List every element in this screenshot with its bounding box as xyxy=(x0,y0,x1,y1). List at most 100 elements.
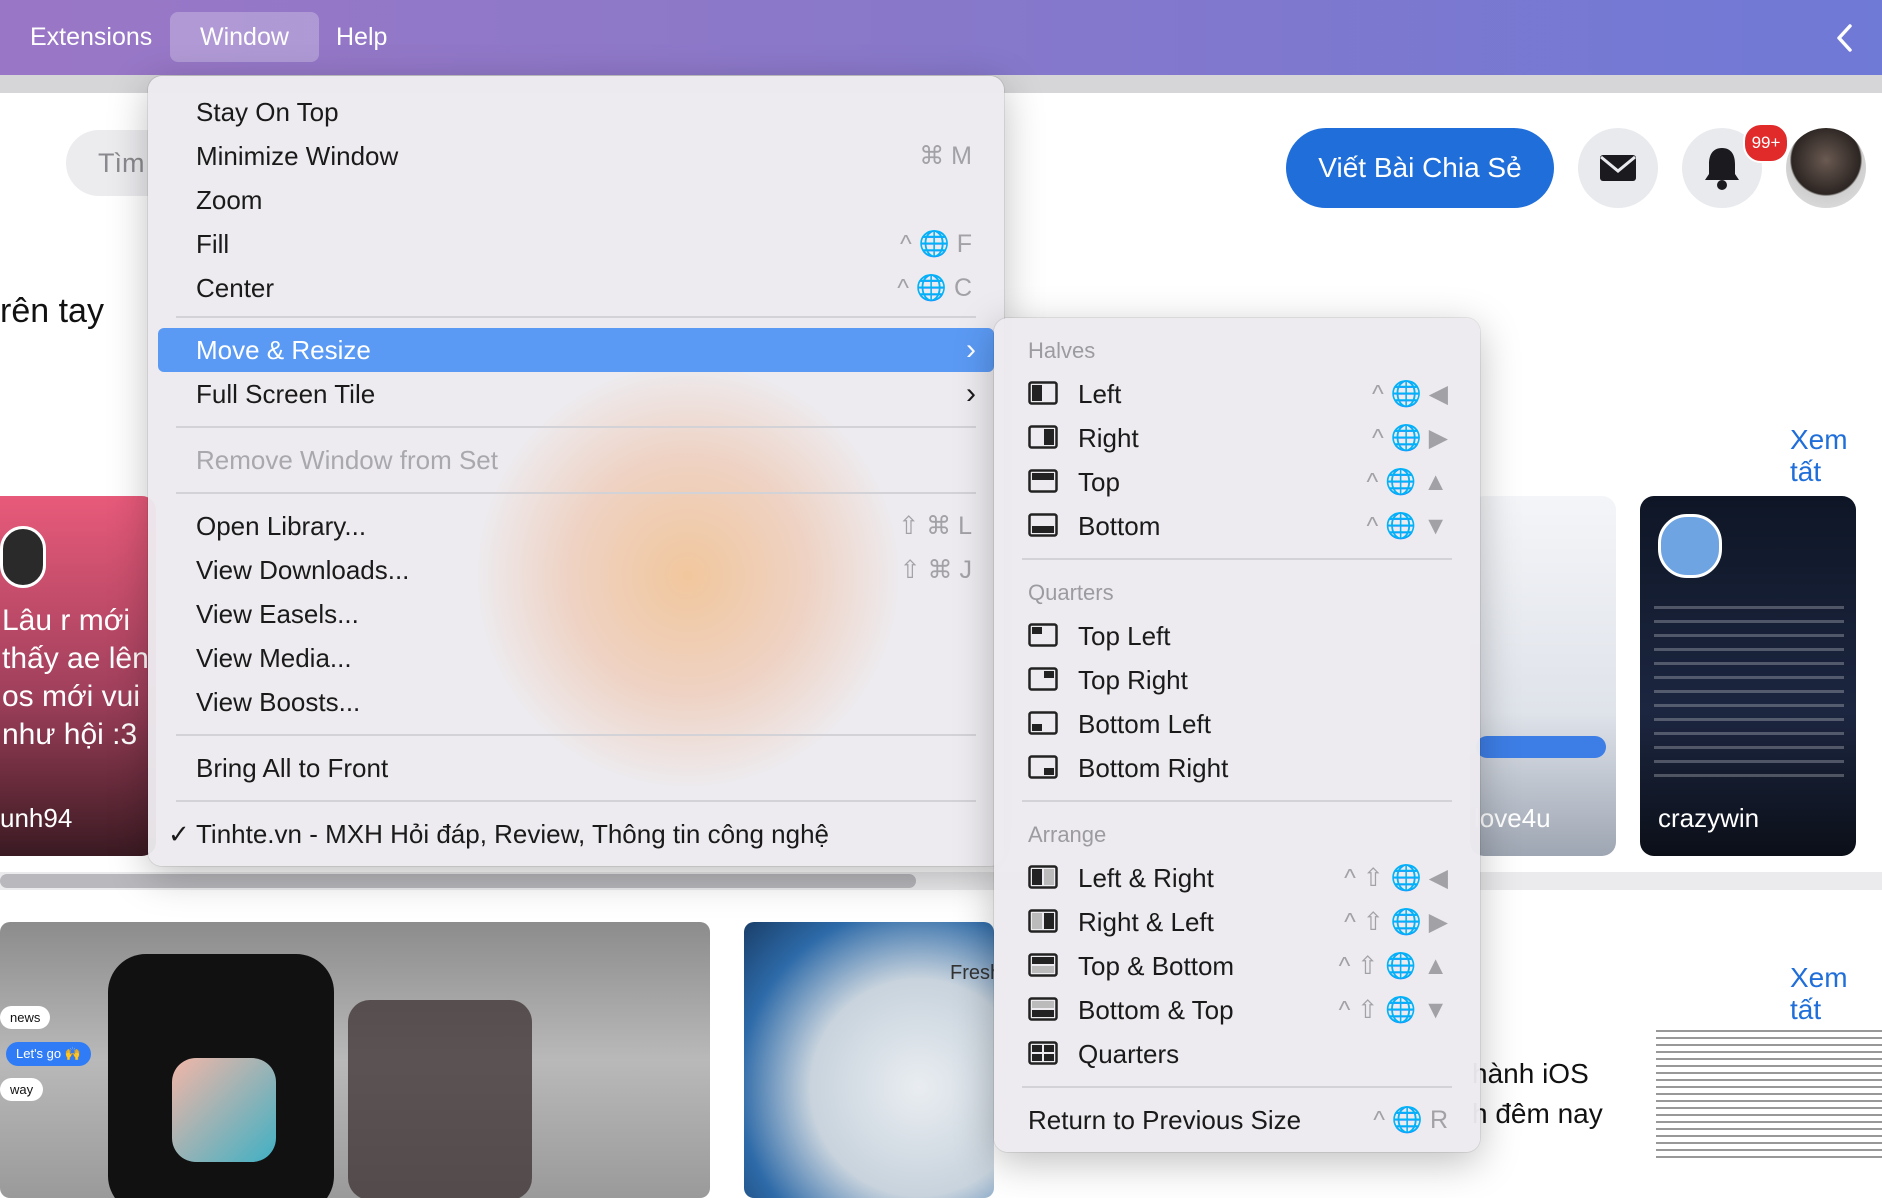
menu-item-bring-all-to-front[interactable]: Bring All to Front xyxy=(158,746,994,790)
see-all-link-2[interactable]: Xem tất xyxy=(1790,962,1882,1026)
submenu-item-left-right[interactable]: Left & Right ^ ⇧ 🌐 ◀ xyxy=(1004,856,1470,900)
chevron-left-icon[interactable] xyxy=(1830,18,1860,58)
story-author: love4u xyxy=(1474,803,1551,833)
menu-item-full-screen-tile[interactable]: Full Screen Tile › xyxy=(158,372,994,416)
tile-top-icon xyxy=(1028,469,1058,493)
tile-bottom-icon xyxy=(1028,513,1058,537)
move-resize-submenu: Halves Left ^ 🌐 ◀ Right ^ 🌐 ▶ Top ^ 🌐 ▲ … xyxy=(994,318,1480,1152)
horizontal-scrollbar[interactable] xyxy=(0,872,1882,890)
shortcut-label: ^ 🌐 R xyxy=(1373,1106,1448,1134)
submenu-item-right-left[interactable]: Right & Left ^ ⇧ 🌐 ▶ xyxy=(1004,900,1470,944)
submenu-item-quarters[interactable]: Quarters xyxy=(1004,1032,1470,1076)
feed-image-ios18[interactable]: news Let's go 🙌 way xyxy=(0,922,710,1198)
menu-item-fill[interactable]: Fill ^ 🌐 F xyxy=(158,222,994,266)
news-title-line1[interactable]: hành iOS xyxy=(1472,1058,1589,1090)
menu-separator xyxy=(1022,1086,1452,1088)
news-thumbnail[interactable] xyxy=(1656,1030,1882,1158)
ios18-icon xyxy=(172,1058,276,1162)
menu-item-open-library[interactable]: Open Library... ⇧ ⌘ L xyxy=(158,504,994,548)
submenu-item-bottom-left[interactable]: Bottom Left xyxy=(1004,702,1470,746)
story-card[interactable]: crazywin xyxy=(1640,496,1856,856)
submenu-item-top-bottom[interactable]: Top & Bottom ^ ⇧ 🌐 ▲ xyxy=(1004,944,1470,988)
shortcut-label: ^ ⇧ 🌐 ◀ xyxy=(1344,864,1448,892)
menu-item-view-downloads[interactable]: View Downloads... ⇧ ⌘ J xyxy=(158,548,994,592)
chevron-right-icon: › xyxy=(966,333,976,366)
story-card[interactable]: Lâu r mới thấy ae lên os mới vui như hội… xyxy=(0,496,156,856)
menu-item-zoom[interactable]: Zoom xyxy=(158,178,994,222)
section-heading: rên tay xyxy=(0,292,104,330)
story-card[interactable]: love4u xyxy=(1470,496,1616,856)
mail-button[interactable] xyxy=(1578,128,1658,208)
menu-help[interactable]: Help xyxy=(306,12,417,62)
tile-right-icon xyxy=(1028,425,1058,449)
menu-item-move-resize[interactable]: Move & Resize › xyxy=(158,328,994,372)
story-author: unh94 xyxy=(0,803,73,833)
menu-item-center[interactable]: Center ^ 🌐 C xyxy=(158,266,994,310)
menu-item-view-boosts[interactable]: View Boosts... xyxy=(158,680,994,724)
story-screenshot-text xyxy=(1654,606,1844,786)
arrange-left-right-icon xyxy=(1028,865,1058,889)
shortcut-label: ⇧ ⌘ L xyxy=(898,512,972,540)
shortcut-label: ^ 🌐 ▶ xyxy=(1372,424,1448,452)
submenu-item-return-to-previous-size[interactable]: Return to Previous Size ^ 🌐 R xyxy=(1004,1098,1470,1142)
story-avatar xyxy=(0,526,46,588)
menu-item-stay-on-top[interactable]: Stay On Top xyxy=(158,90,994,134)
search-placeholder: Tìm xyxy=(98,148,145,178)
submenu-item-top-right[interactable]: Top Right xyxy=(1004,658,1470,702)
menu-item-view-easels[interactable]: View Easels... xyxy=(158,592,994,636)
story-text: Lâu r mới thấy ae lên os mới vui như hội… xyxy=(2,604,149,751)
shortcut-label: ^ 🌐 ◀ xyxy=(1372,380,1448,408)
menu-separator xyxy=(176,800,976,802)
section-label-quarters: Quarters xyxy=(1028,580,1114,605)
submenu-item-top[interactable]: Top ^ 🌐 ▲ xyxy=(1004,460,1470,504)
arrange-right-left-icon xyxy=(1028,909,1058,933)
menu-item-minimize-window[interactable]: Minimize Window ⌘ M xyxy=(158,134,994,178)
shortcut-label: ^ ⇧ 🌐 ▼ xyxy=(1338,996,1448,1024)
tile-top-left-icon xyxy=(1028,623,1058,647)
chip-lets-go: Let's go 🙌 xyxy=(6,1042,91,1066)
phone-mockup xyxy=(108,954,334,1198)
tile-bottom-right-icon xyxy=(1028,755,1058,779)
submenu-item-bottom-top[interactable]: Bottom & Top ^ ⇧ 🌐 ▼ xyxy=(1004,988,1470,1032)
shortcut-label: ⌘ M xyxy=(919,142,972,170)
user-avatar[interactable] xyxy=(1786,128,1866,208)
shortcut-label: ^ ⇧ 🌐 ▶ xyxy=(1344,908,1448,936)
section-label-halves: Halves xyxy=(1028,338,1096,363)
chip-way: way xyxy=(0,1078,44,1101)
menu-item-remove-window-from-set: Remove Window from Set xyxy=(196,445,498,475)
shortcut-label: ^ 🌐 C xyxy=(897,274,972,302)
chevron-right-icon: › xyxy=(966,377,976,410)
shortcut-label: ^ 🌐 F xyxy=(899,230,972,258)
see-all-link[interactable]: Xem tất xyxy=(1790,424,1882,488)
control-center-panel xyxy=(348,1000,532,1198)
menu-window[interactable]: Window xyxy=(170,12,319,62)
submenu-item-bottom-right[interactable]: Bottom Right xyxy=(1004,746,1470,790)
menu-separator xyxy=(176,734,976,736)
shortcut-label: ⇧ ⌘ J xyxy=(899,556,972,584)
menu-separator xyxy=(176,492,976,494)
submenu-item-bottom[interactable]: Bottom ^ 🌐 ▼ xyxy=(1004,504,1470,548)
submenu-item-top-left[interactable]: Top Left xyxy=(1004,614,1470,658)
story-progress xyxy=(1476,736,1606,758)
shortcut-label: ^ 🌐 ▲ xyxy=(1366,468,1449,496)
story-author: crazywin xyxy=(1658,803,1760,833)
menu-separator xyxy=(1022,558,1452,560)
submenu-item-left[interactable]: Left ^ 🌐 ◀ xyxy=(1004,372,1470,416)
feed-image-purifier[interactable]: Fresh xyxy=(744,922,994,1198)
write-post-button[interactable]: Viết Bài Chia Sẻ xyxy=(1286,128,1554,208)
menu-bar: Extensions Window Help xyxy=(0,0,1882,75)
envelope-icon xyxy=(1600,155,1636,181)
story-avatar xyxy=(1658,514,1722,578)
menu-extensions[interactable]: Extensions xyxy=(0,12,182,62)
menu-item-window-tinhte[interactable]: ✓ Tinhte.vn - MXH Hỏi đáp, Review, Thông… xyxy=(158,812,994,856)
tile-left-icon xyxy=(1028,381,1058,405)
window-menu: Stay On Top Minimize Window ⌘ M Zoom Fil… xyxy=(148,76,1004,866)
purifier-label: Fresh xyxy=(950,962,994,984)
scrollbar-thumb[interactable] xyxy=(0,874,916,888)
submenu-item-right[interactable]: Right ^ 🌐 ▶ xyxy=(1004,416,1470,460)
news-title-line2[interactable]: h đêm nay xyxy=(1472,1098,1603,1130)
arrange-quarters-icon xyxy=(1028,1041,1058,1065)
menu-separator xyxy=(176,316,976,318)
menu-item-view-media[interactable]: View Media... xyxy=(158,636,994,680)
shortcut-label: ^ ⇧ 🌐 ▲ xyxy=(1338,952,1448,980)
